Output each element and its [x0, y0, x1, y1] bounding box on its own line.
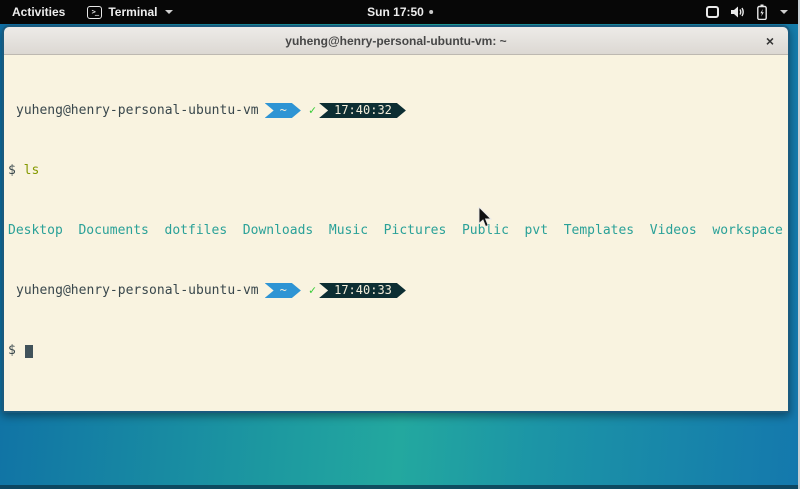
- window-titlebar[interactable]: yuheng@henry-personal-ubuntu-vm: ~ ×: [4, 27, 788, 55]
- prompt-path-segment: ~: [265, 103, 301, 118]
- prompt-line-1: yuheng@henry-personal-ubuntu-vm ~ ✓ 17:4…: [8, 103, 784, 118]
- command-text: ls: [24, 163, 40, 178]
- terminal-content[interactable]: yuheng@henry-personal-ubuntu-vm ~ ✓ 17:4…: [4, 55, 788, 411]
- text-cursor: [25, 345, 33, 358]
- prompt-symbol: $: [8, 343, 16, 358]
- mouse-cursor: [478, 207, 492, 228]
- prompt-success-check: ✓: [309, 283, 316, 298]
- ls-output: Desktop Documents dotfiles Downloads Mus…: [8, 223, 784, 238]
- prompt-success-check: ✓: [309, 103, 316, 118]
- prompt-username: yuheng@henry-personal-ubuntu-vm: [16, 103, 259, 118]
- prompt-username: yuheng@henry-personal-ubuntu-vm: [16, 283, 259, 298]
- app-menu-label: Terminal: [108, 5, 157, 19]
- prompt-symbol: $: [8, 163, 16, 178]
- clock-button[interactable]: Sun 17:50: [367, 0, 433, 24]
- activities-label: Activities: [12, 5, 65, 19]
- chevron-down-icon: [165, 10, 173, 14]
- notification-dot: [429, 10, 433, 14]
- top-bar: Activities >_ Terminal Sun 17:50: [0, 0, 800, 24]
- close-button[interactable]: ×: [761, 32, 779, 50]
- desktop-background[interactable]: Activities >_ Terminal Sun 17:50: [0, 0, 800, 489]
- prompt-line-2: yuheng@henry-personal-ubuntu-vm ~ ✓ 17:4…: [8, 283, 784, 298]
- prompt-path-segment: ~: [265, 283, 301, 298]
- prompt-time-segment: 17:40:32: [319, 103, 406, 118]
- activities-button[interactable]: Activities: [0, 0, 77, 24]
- terminal-window: yuheng@henry-personal-ubuntu-vm: ~ × yuh…: [2, 25, 790, 413]
- volume-icon: [730, 5, 746, 19]
- app-menu-terminal[interactable]: >_ Terminal: [77, 0, 183, 24]
- terminal-app-icon: >_: [87, 6, 102, 19]
- screen-icon: [706, 6, 719, 18]
- chevron-down-icon: [780, 10, 788, 14]
- prompt-time-segment: 17:40:33: [319, 283, 406, 298]
- window-title: yuheng@henry-personal-ubuntu-vm: ~: [285, 34, 506, 48]
- system-status-menu[interactable]: [694, 0, 800, 24]
- input-line: $: [8, 343, 784, 358]
- battery-charging-icon: [757, 4, 767, 20]
- clock-label: Sun 17:50: [367, 5, 424, 19]
- command-line: $ ls: [8, 163, 784, 178]
